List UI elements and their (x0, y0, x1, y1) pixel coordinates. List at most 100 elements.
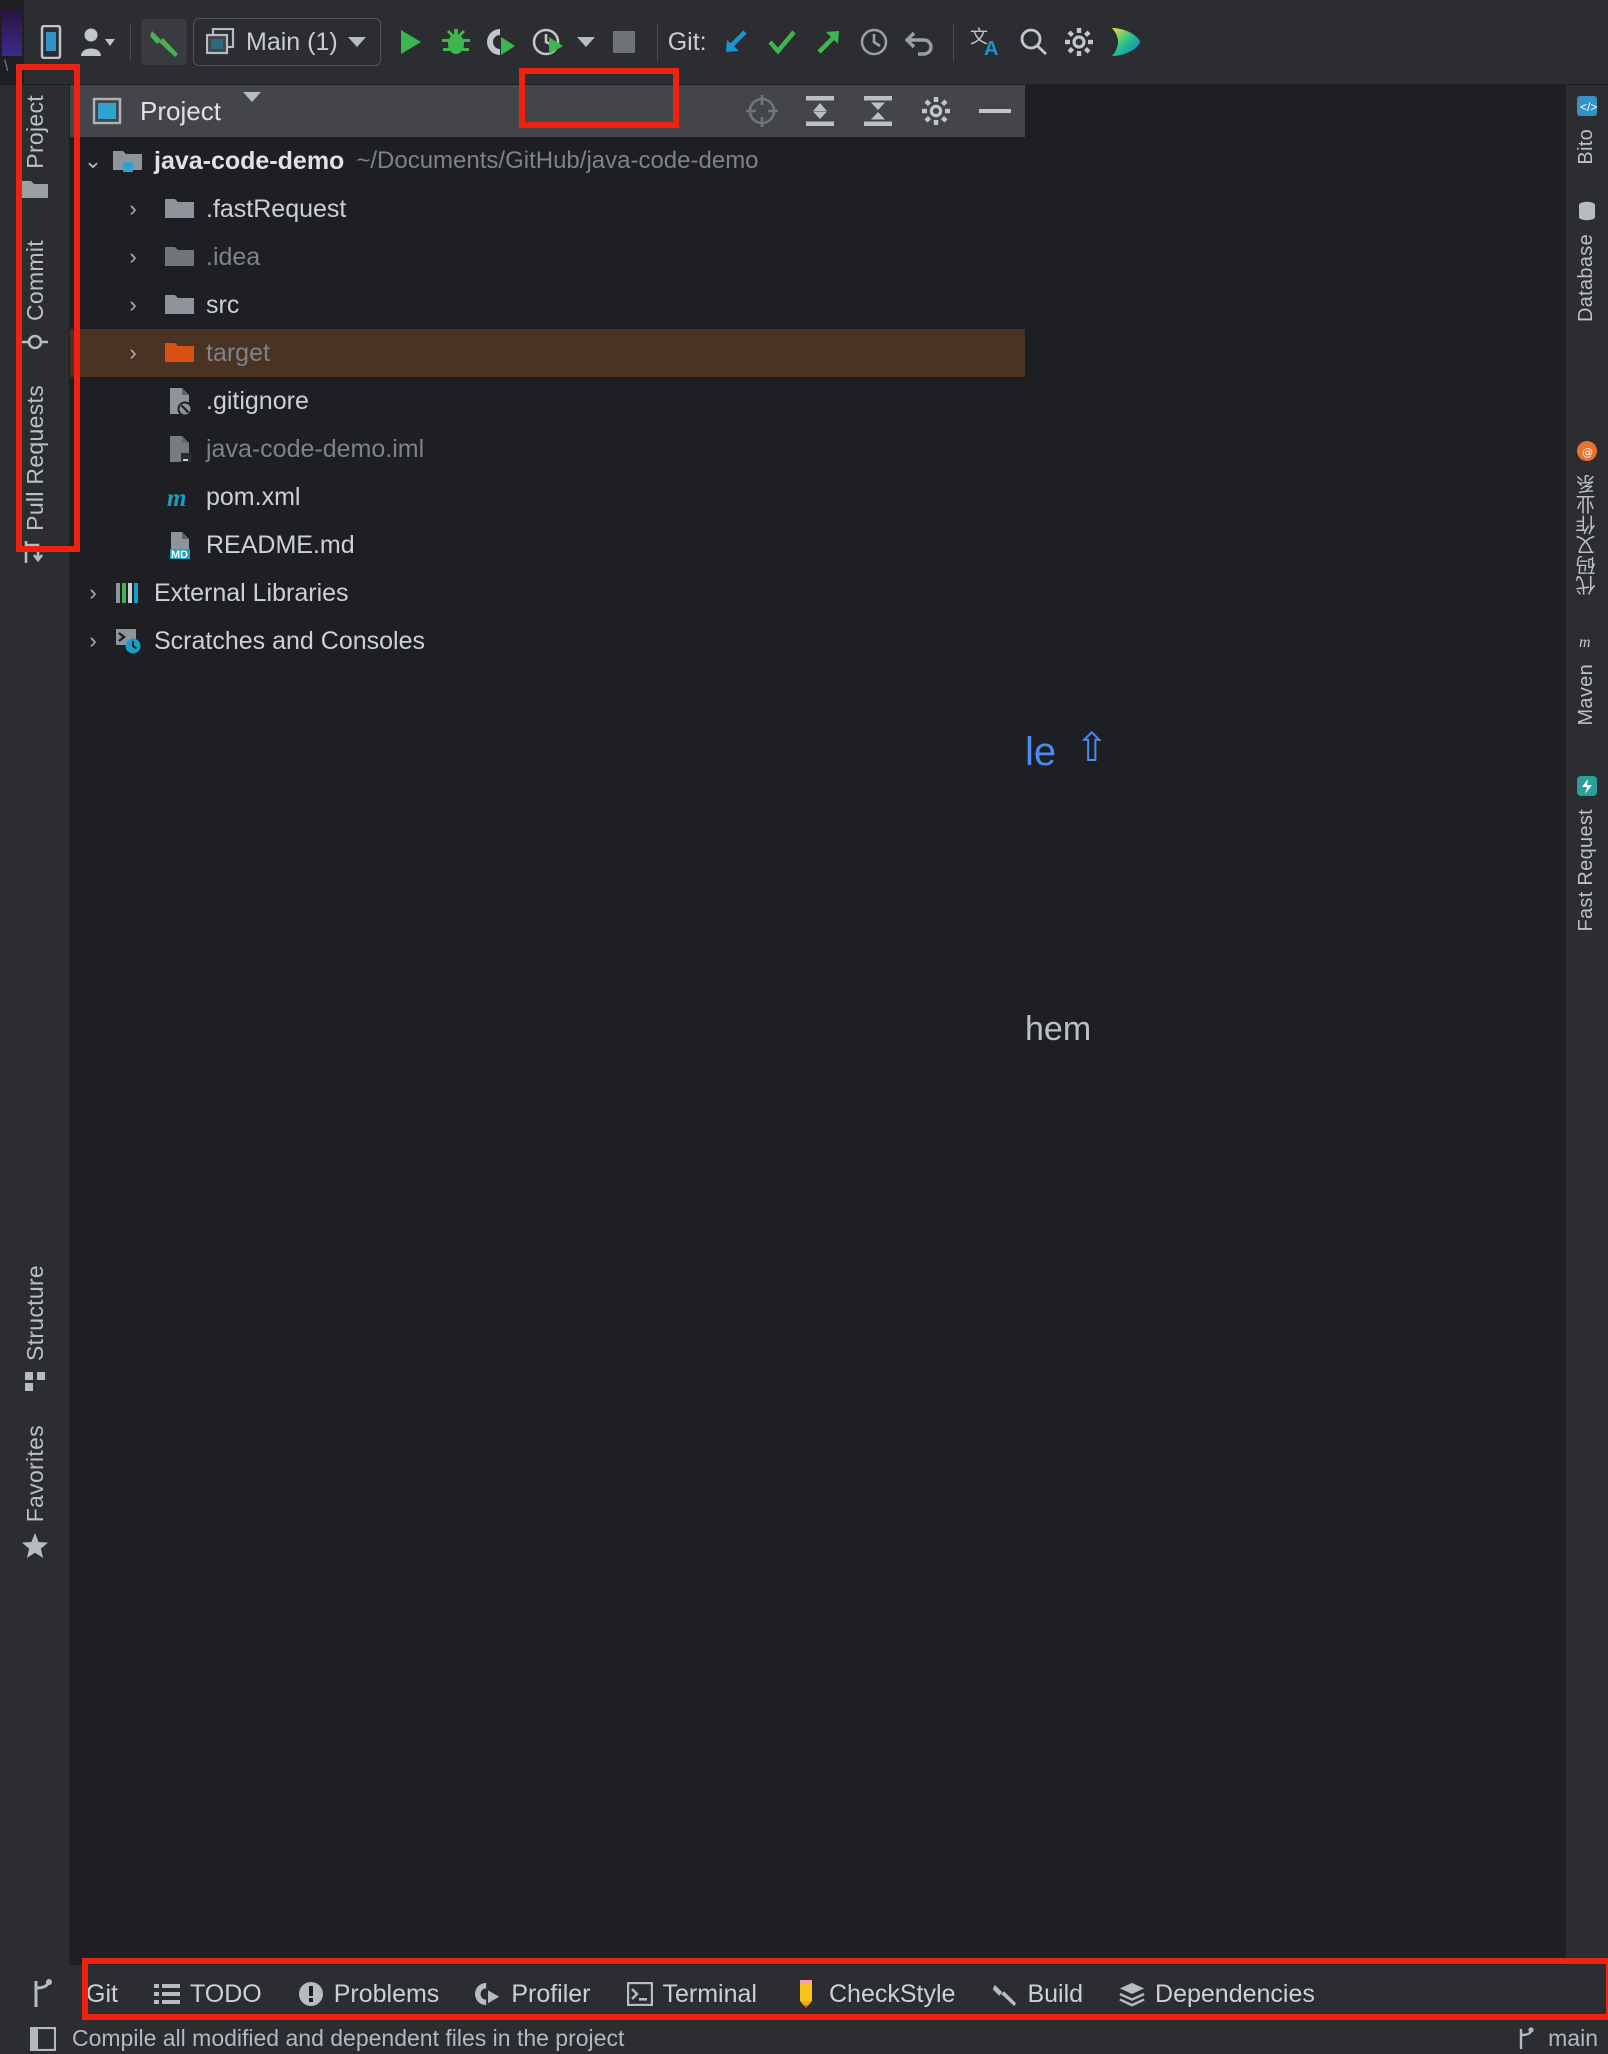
sidebar-item-fast-request[interactable]: Fast Request (1565, 775, 1608, 932)
chevron-right-icon[interactable]: › (118, 292, 148, 318)
translate-icon[interactable]: 文 A (964, 19, 1010, 65)
chevron-expanded-icon[interactable]: ⌄ (78, 148, 108, 174)
tree-row-iml[interactable]: java-code-demo.iml (70, 425, 1025, 473)
search-icon[interactable] (1010, 19, 1056, 65)
tree-label-src: src (206, 290, 240, 319)
collapse-all-icon[interactable] (849, 85, 907, 137)
sidebar-item-project[interactable]: Project (0, 95, 70, 207)
profiler-icon (475, 1981, 501, 2007)
svg-text:A: A (984, 38, 998, 58)
bottom-tab-todo[interactable]: TODO (153, 1980, 262, 2009)
project-tree[interactable]: ⌄ java-code-demo ~/Documents/GitHub/java… (70, 137, 1025, 665)
sidebar-item-commit-label: Commit (21, 240, 48, 322)
device-manager-icon[interactable] (28, 19, 74, 65)
run-button[interactable] (387, 19, 433, 65)
expand-all-icon[interactable] (791, 85, 849, 137)
checkstyle-pencil-icon (793, 1979, 819, 2009)
svg-text:m: m (1579, 634, 1591, 651)
chevron-down-icon[interactable] (242, 92, 261, 120)
sidebar-item-project-label: Project (21, 95, 48, 169)
build-project-button[interactable] (141, 19, 187, 65)
sidebar-item-maven[interactable]: m Maven (1565, 630, 1608, 726)
svg-text:MD: MD (171, 549, 188, 560)
tree-row-java-code-demo[interactable]: ⌄ java-code-demo ~/Documents/GitHub/java… (70, 137, 1025, 185)
sidebar-item-database[interactable]: Database (1565, 200, 1608, 322)
status-branch-label: main (1548, 2025, 1598, 2051)
bottom-tab-terminal[interactable]: Terminal (626, 1980, 757, 2009)
tree-row-scratches[interactable]: › Scratches and Consoles (70, 617, 1025, 665)
bottom-tab-git-label: Git (86, 1979, 118, 2008)
run-with-coverage-button[interactable] (479, 19, 525, 65)
editor-fragment-link-arrow-icon: ⇧ (1075, 726, 1109, 770)
gear-icon[interactable] (907, 85, 965, 137)
git-rollback-icon[interactable] (897, 19, 943, 65)
tree-row-fastrequest[interactable]: › .fastRequest (70, 185, 1025, 233)
git-branch-indicator-icon[interactable] (0, 1979, 86, 2009)
sidebar-item-favorites[interactable]: Favorites (0, 1425, 70, 1566)
sidebar-item-plugin-label: 代码又作业系 (1575, 474, 1599, 596)
profile-button[interactable] (525, 19, 571, 65)
git-commit-icon[interactable] (759, 19, 805, 65)
crosshair-icon[interactable] (733, 85, 791, 137)
main-toolbar: \ Main (1) Git: 文 A (0, 0, 1608, 85)
chevron-right-icon[interactable]: › (78, 580, 108, 606)
plugin-logo-icon[interactable] (1102, 19, 1148, 65)
run-config-icon (206, 28, 235, 55)
profile-dropdown-icon[interactable] (571, 19, 601, 65)
folder-icon (160, 196, 200, 222)
sidebar-item-pull-requests[interactable]: Pull Requests (0, 385, 70, 571)
bottom-tab-dependencies[interactable]: Dependencies (1119, 1980, 1315, 2009)
status-bar: Compile all modified and dependent files… (0, 2023, 1608, 2054)
bito-icon: </> (1576, 95, 1598, 123)
chevron-right-icon[interactable]: › (78, 628, 108, 654)
tree-row-pom-xml[interactable]: m pom.xml (70, 473, 1025, 521)
module-folder-icon (108, 148, 148, 174)
tree-row-target[interactable]: › target (70, 329, 1025, 377)
bottom-tab-problems[interactable]: Problems (298, 1979, 440, 2009)
git-history-icon[interactable] (851, 19, 897, 65)
chevron-down-icon[interactable] (347, 37, 366, 47)
editor-fragment-text: hem (1025, 1010, 1092, 1048)
sidebar-item-commit[interactable]: Commit (0, 240, 70, 361)
tree-row-readme[interactable]: MD README.md (70, 521, 1025, 569)
toolbar-separator-3 (952, 23, 954, 61)
bottom-tab-git[interactable]: Git (86, 1980, 118, 2009)
sidebar-item-maven-label: Maven (1575, 664, 1597, 726)
folder-icon (21, 177, 49, 207)
chevron-right-icon[interactable]: › (118, 196, 148, 222)
git-push-icon[interactable] (805, 19, 851, 65)
project-tool-window: Project ⌄ java-code-demo ~/Documents/Git… (70, 85, 1025, 1965)
toolbar-left-edge-sliver: \ (0, 0, 24, 85)
status-layout-icon[interactable] (30, 2026, 56, 2051)
sidebar-item-plugin[interactable]: @ 代码又作业系 (1565, 440, 1608, 596)
run-configuration-selector[interactable]: Main (1) (193, 18, 381, 66)
stop-button[interactable] (601, 19, 647, 65)
bottom-tab-checkstyle[interactable]: CheckStyle (793, 1979, 955, 2009)
tree-row-idea[interactable]: › .idea (70, 233, 1025, 281)
sidebar-item-bito[interactable]: </> Bito (1565, 95, 1608, 165)
tree-row-gitignore[interactable]: .gitignore (70, 377, 1025, 425)
minimize-icon[interactable] (965, 85, 1025, 137)
git-update-icon[interactable] (713, 19, 759, 65)
chevron-right-icon[interactable]: › (118, 244, 148, 270)
svg-text:</>: </> (1580, 100, 1597, 114)
bottom-tab-profiler[interactable]: Profiler (475, 1980, 591, 2009)
gear-icon[interactable] (1056, 19, 1102, 65)
debug-button[interactable] (433, 19, 479, 65)
git-branch-icon (1519, 2026, 1534, 2049)
folder-icon (160, 244, 200, 270)
sidebar-item-structure[interactable]: Structure (0, 1265, 70, 1399)
tree-row-src[interactable]: › src (70, 281, 1025, 329)
sidebar-item-favorites-label: Favorites (21, 1425, 48, 1523)
bottom-tab-build[interactable]: Build (991, 1980, 1083, 2009)
status-branch[interactable]: main (1516, 2025, 1598, 2052)
editor-area[interactable]: le ⇧ hem (1025, 85, 1565, 1965)
tree-row-external-libraries[interactable]: › External Libraries (70, 569, 1025, 617)
plugin-icon: @ (1576, 440, 1598, 468)
chevron-right-icon[interactable]: › (118, 340, 148, 366)
account-icon[interactable] (74, 19, 120, 65)
commit-icon (22, 329, 48, 361)
svg-text:@: @ (1582, 446, 1593, 459)
tree-label-scratches: Scratches and Consoles (154, 626, 425, 655)
bottom-tab-problems-label: Problems (333, 1979, 440, 2008)
